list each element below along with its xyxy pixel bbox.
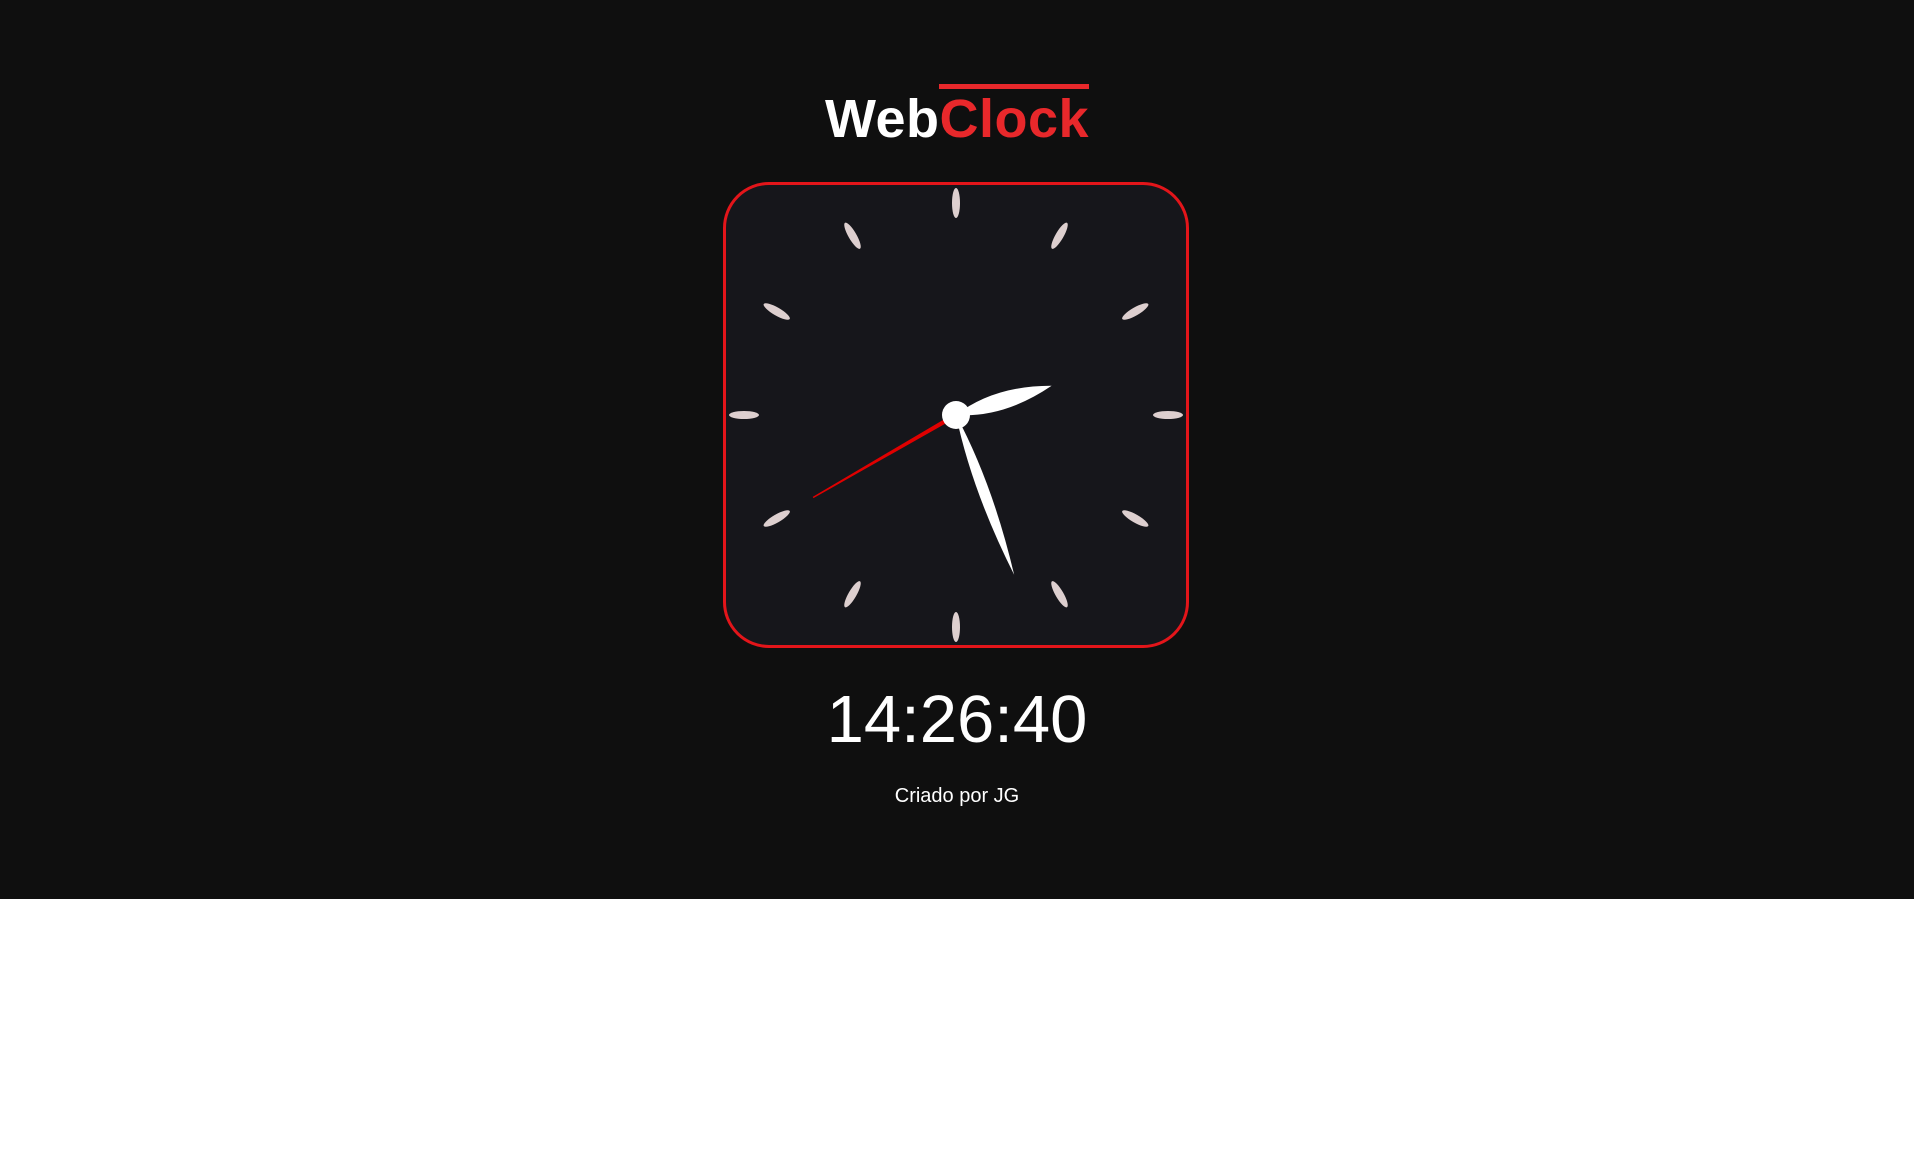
hour-marker	[1051, 222, 1068, 249]
hour-marker	[763, 510, 790, 527]
hour-marker	[1122, 510, 1149, 527]
hour-marker	[1051, 581, 1068, 608]
page-background: WebClock 14:26:40 Criado por JG	[0, 0, 1914, 899]
hour-marker	[1153, 411, 1183, 419]
hour-marker	[952, 188, 960, 218]
digital-time: 14:26:40	[826, 682, 1088, 757]
clock-center-cap	[942, 401, 970, 429]
analog-clock-drawing	[729, 188, 1183, 642]
minute-hand	[956, 415, 1015, 575]
hour-marker	[1122, 303, 1149, 320]
hour-marker	[729, 411, 759, 419]
credit-text: Criado por JG	[894, 785, 1020, 807]
logo-text-web: Web	[824, 89, 940, 149]
app-logo: WebClock	[0, 84, 1914, 154]
logo-text-clock: Clock	[939, 84, 1090, 149]
hour-marker	[844, 222, 861, 249]
second-hand	[812, 412, 958, 499]
analog-clock	[723, 182, 1189, 648]
hour-marker	[763, 303, 790, 320]
hour-marker	[844, 581, 861, 608]
hour-marker	[952, 612, 960, 642]
